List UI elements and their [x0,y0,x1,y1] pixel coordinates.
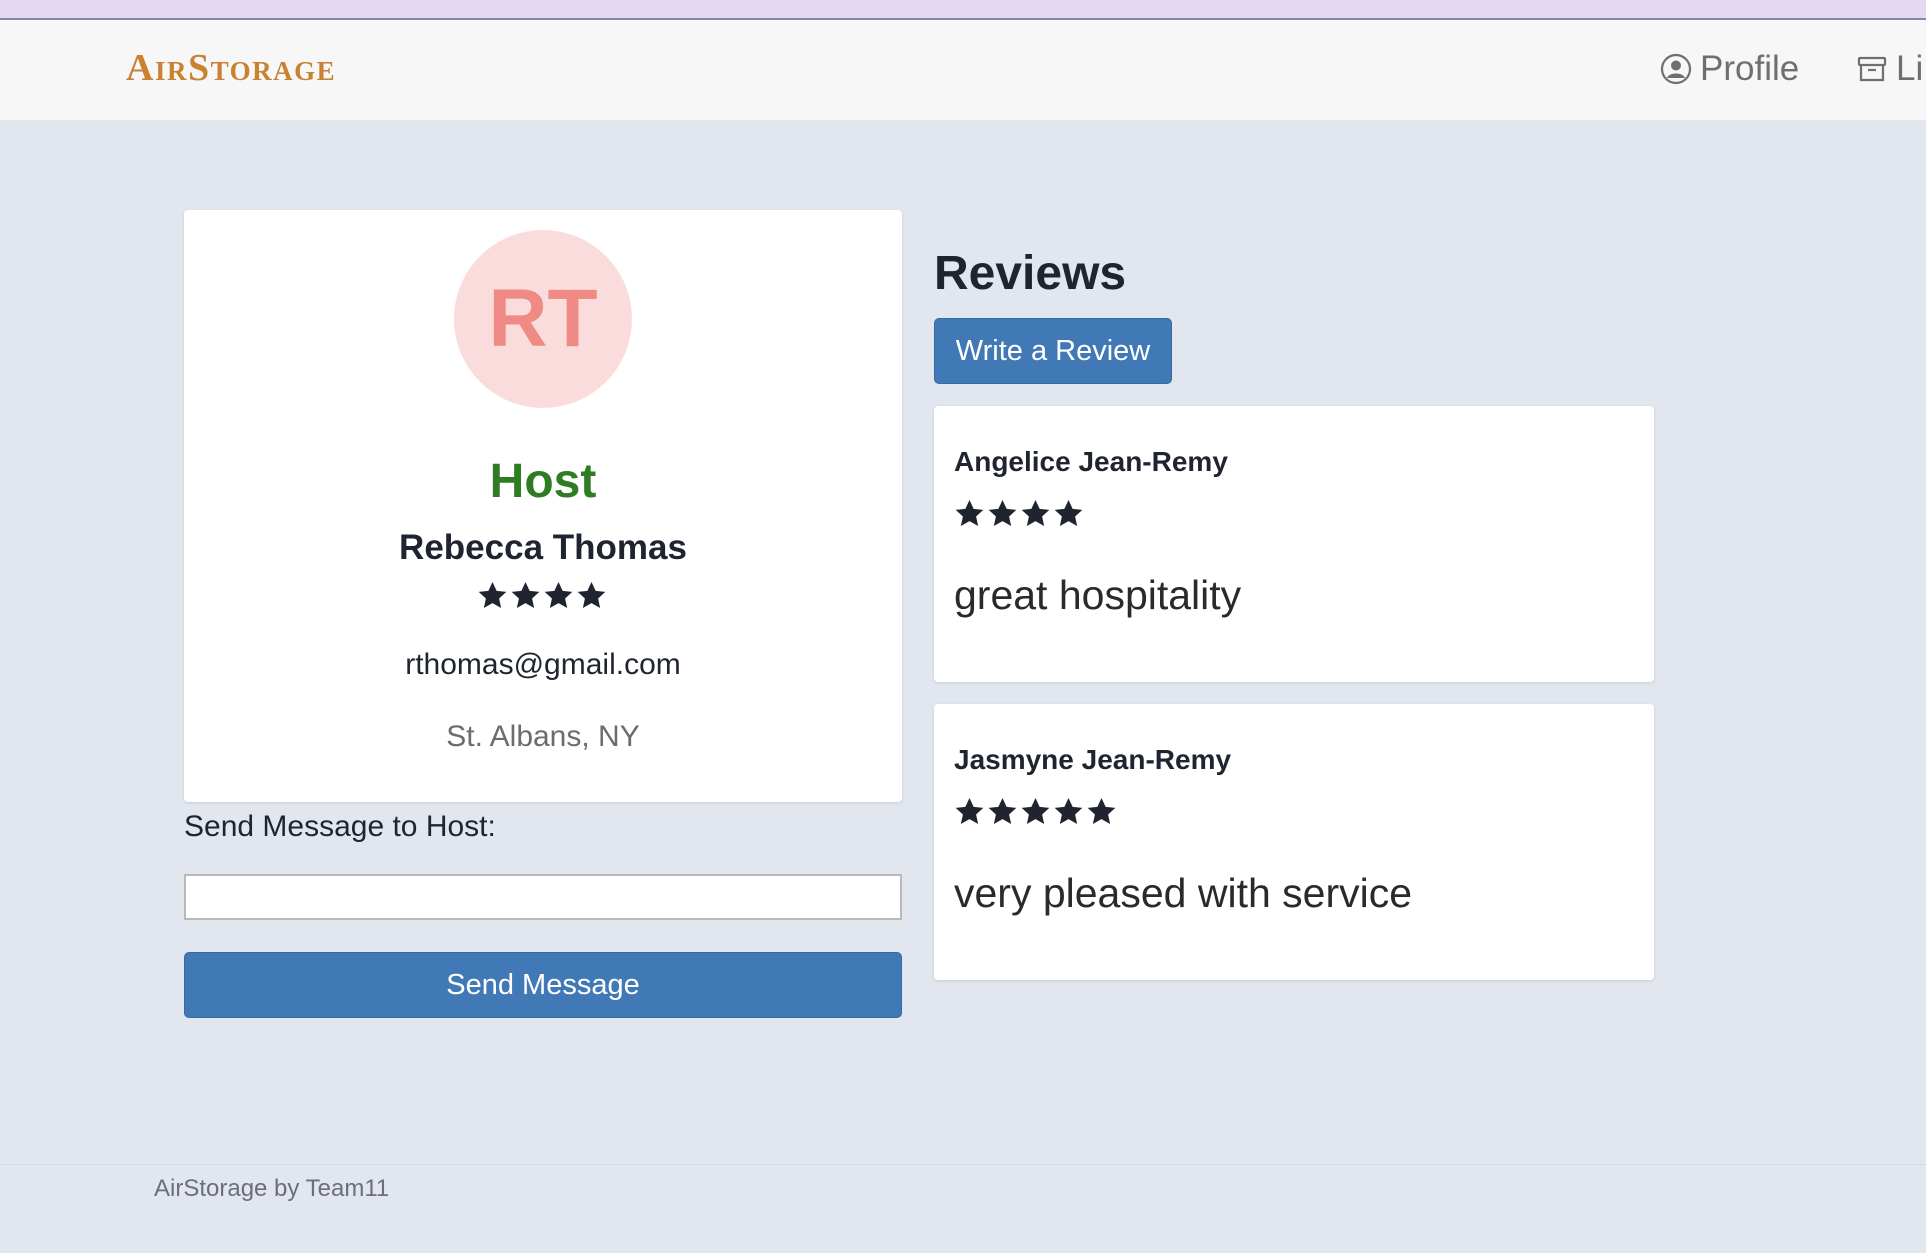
message-input[interactable] [184,874,902,920]
review-rating-stars [954,498,1086,529]
star-icon [1054,797,1083,825]
host-avatar: RT [454,230,632,408]
star-icon [1054,499,1083,527]
star-icon [1021,797,1050,825]
star-icon [955,797,984,825]
host-role: Host [489,455,597,508]
host-profile-card: RT Host Rebecca Thomas rthomas@gmail.com… [184,210,902,802]
review-text: very pleased with service [954,870,1413,916]
review-card: Jasmyne Jean-Remy very pleased with serv… [934,704,1654,980]
send-message-button[interactable]: Send Message [184,952,902,1018]
review-text: great hospitality [954,572,1242,618]
footer: AirStorage by Team11 [0,1164,1926,1253]
user-circle-icon [1660,53,1692,85]
star-icon [577,581,606,609]
nav-listings-label: Li [1896,49,1924,88]
footer-text: AirStorage by Team11 [154,1175,390,1202]
star-icon [955,499,984,527]
write-review-button[interactable]: Write a Review [934,318,1172,384]
review-author: Angelice Jean-Remy [954,446,1228,477]
host-name: Rebecca Thomas [399,528,687,567]
host-email: rthomas@gmail.com [405,648,681,681]
brand-logo[interactable]: AirStorage [126,46,336,90]
star-icon [988,499,1017,527]
star-icon [988,797,1017,825]
review-author: Jasmyne Jean-Remy [954,744,1232,775]
star-icon [1087,797,1116,825]
nav-profile-link[interactable]: Profile [1660,49,1799,89]
reviews-heading: Reviews [934,247,1127,300]
nav-listings-link[interactable]: Li [1856,49,1923,89]
browser-bookmarks-strip [0,0,1926,20]
host-rating-stars [184,580,902,611]
message-label: Send Message to Host: [184,810,496,843]
navbar: AirStorage Profile Li [0,20,1926,120]
star-icon [544,581,573,609]
star-icon [1021,499,1050,527]
host-location: St. Albans, NY [446,720,640,753]
nav-profile-label: Profile [1700,49,1800,88]
review-rating-stars [954,796,1119,827]
review-card: Angelice Jean-Remy great hospitality [934,406,1654,682]
star-icon [478,581,507,609]
host-initials: RT [488,273,598,364]
archive-box-icon [1857,56,1887,82]
star-icon [511,581,540,609]
